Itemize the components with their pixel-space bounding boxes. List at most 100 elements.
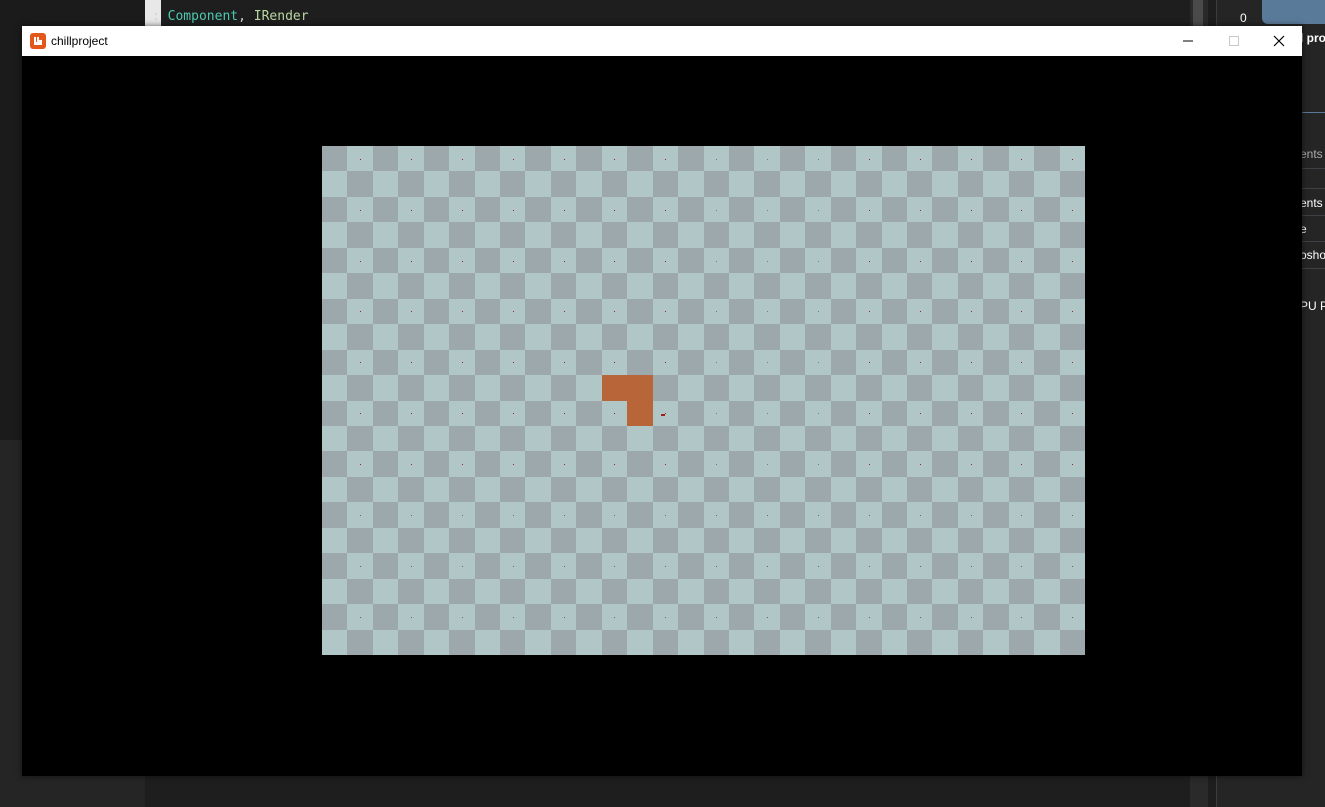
grid-tile	[932, 222, 959, 249]
grid-tile	[1034, 247, 1061, 274]
grid-tile	[983, 527, 1010, 554]
grid-tile	[830, 273, 857, 300]
game-tilemap[interactable]	[322, 146, 1085, 655]
grid-tile	[449, 375, 476, 402]
cursor-marker	[661, 414, 665, 416]
tile-marker	[1072, 565, 1074, 567]
grid-tile	[449, 171, 476, 198]
grid-tile	[856, 578, 883, 605]
grid-tile	[906, 578, 933, 605]
grid-tile	[601, 222, 628, 249]
maximize-button[interactable]	[1211, 26, 1257, 56]
code-line: : Component, IRender	[152, 9, 309, 24]
grid-tile	[1008, 476, 1035, 503]
tile-marker	[461, 311, 463, 313]
grid-tile	[601, 527, 628, 554]
grid-tile	[1034, 196, 1061, 223]
grid-tile	[830, 375, 857, 402]
window-title: chillproject	[51, 34, 108, 48]
tile-marker	[970, 616, 972, 618]
grid-tile	[449, 578, 476, 605]
tile-marker	[868, 260, 870, 262]
tile-marker	[665, 209, 667, 211]
grid-tile	[1034, 553, 1061, 580]
grid-tile	[906, 375, 933, 402]
tile-marker	[767, 616, 769, 618]
grid-tile	[983, 578, 1010, 605]
tile-marker	[665, 515, 667, 517]
grid-tile	[525, 349, 552, 376]
grid-tile	[881, 604, 908, 631]
tile-marker	[919, 362, 921, 364]
tile-marker	[614, 158, 616, 160]
grid-tile	[500, 629, 527, 655]
grid-tile	[372, 273, 399, 300]
player-brick-block	[602, 375, 653, 401]
grid-tile	[728, 375, 755, 402]
close-button[interactable]	[1256, 26, 1302, 56]
grid-tile	[983, 196, 1010, 223]
grid-tile	[881, 247, 908, 274]
grid-tile	[1008, 273, 1035, 300]
tile-marker	[1021, 209, 1023, 211]
grid-tile	[703, 578, 730, 605]
panel-label-4[interactable]: osho	[1300, 248, 1325, 262]
grid-tile	[576, 247, 603, 274]
tile-marker	[817, 158, 819, 160]
grid-tile	[906, 629, 933, 655]
grid-tile	[932, 578, 959, 605]
grid-tile	[728, 298, 755, 325]
tile-marker	[411, 158, 413, 160]
tile-marker	[360, 515, 362, 517]
grid-tile	[322, 578, 348, 605]
tile-marker	[1021, 565, 1023, 567]
tile-marker	[1021, 616, 1023, 618]
tile-marker	[665, 413, 667, 415]
grid-tile	[423, 196, 450, 223]
tile-marker	[614, 311, 616, 313]
grid-tile	[983, 298, 1010, 325]
tile-marker	[563, 260, 565, 262]
grid-tile	[856, 375, 883, 402]
minimize-button[interactable]	[1165, 26, 1211, 56]
grid-tile	[627, 171, 654, 198]
minimize-icon	[1183, 40, 1193, 42]
grid-tile	[779, 298, 806, 325]
grid-tile	[678, 451, 705, 478]
grid-tile	[932, 247, 959, 274]
grid-tile	[398, 425, 425, 452]
grid-tile	[906, 425, 933, 452]
grid-tile	[856, 629, 883, 655]
grid-tile	[550, 375, 577, 402]
grid-tile	[627, 604, 654, 631]
grid-tile	[881, 527, 908, 554]
tile-marker	[563, 362, 565, 364]
grid-tile	[576, 553, 603, 580]
panel-label-3[interactable]: e	[1300, 222, 1325, 236]
game-client-area[interactable]	[22, 56, 1302, 776]
panel-counter: 0	[1240, 11, 1247, 25]
grid-tile	[983, 146, 1010, 172]
grid-tile	[703, 527, 730, 554]
panel-label-1[interactable]: ents	[1300, 147, 1325, 161]
grid-tile	[881, 171, 908, 198]
game-window[interactable]: chillproject	[22, 26, 1302, 776]
window-titlebar[interactable]: chillproject	[22, 26, 1302, 56]
grid-tile	[678, 171, 705, 198]
tile-marker	[868, 311, 870, 313]
grid-tile	[423, 349, 450, 376]
tile-marker	[817, 260, 819, 262]
grid-tile	[500, 578, 527, 605]
grid-tile	[881, 553, 908, 580]
panel-label-5[interactable]: PU P	[1300, 299, 1325, 313]
grid-tile	[728, 324, 755, 351]
grid-tile	[550, 324, 577, 351]
panel-label-2[interactable]: ents (	[1300, 196, 1325, 210]
grid-tile	[805, 476, 832, 503]
grid-tile	[1034, 604, 1061, 631]
grid-tile	[525, 578, 552, 605]
grid-tile	[372, 375, 399, 402]
grid-tile	[372, 502, 399, 529]
grid-tile	[932, 400, 959, 427]
grid-tile	[983, 629, 1010, 655]
